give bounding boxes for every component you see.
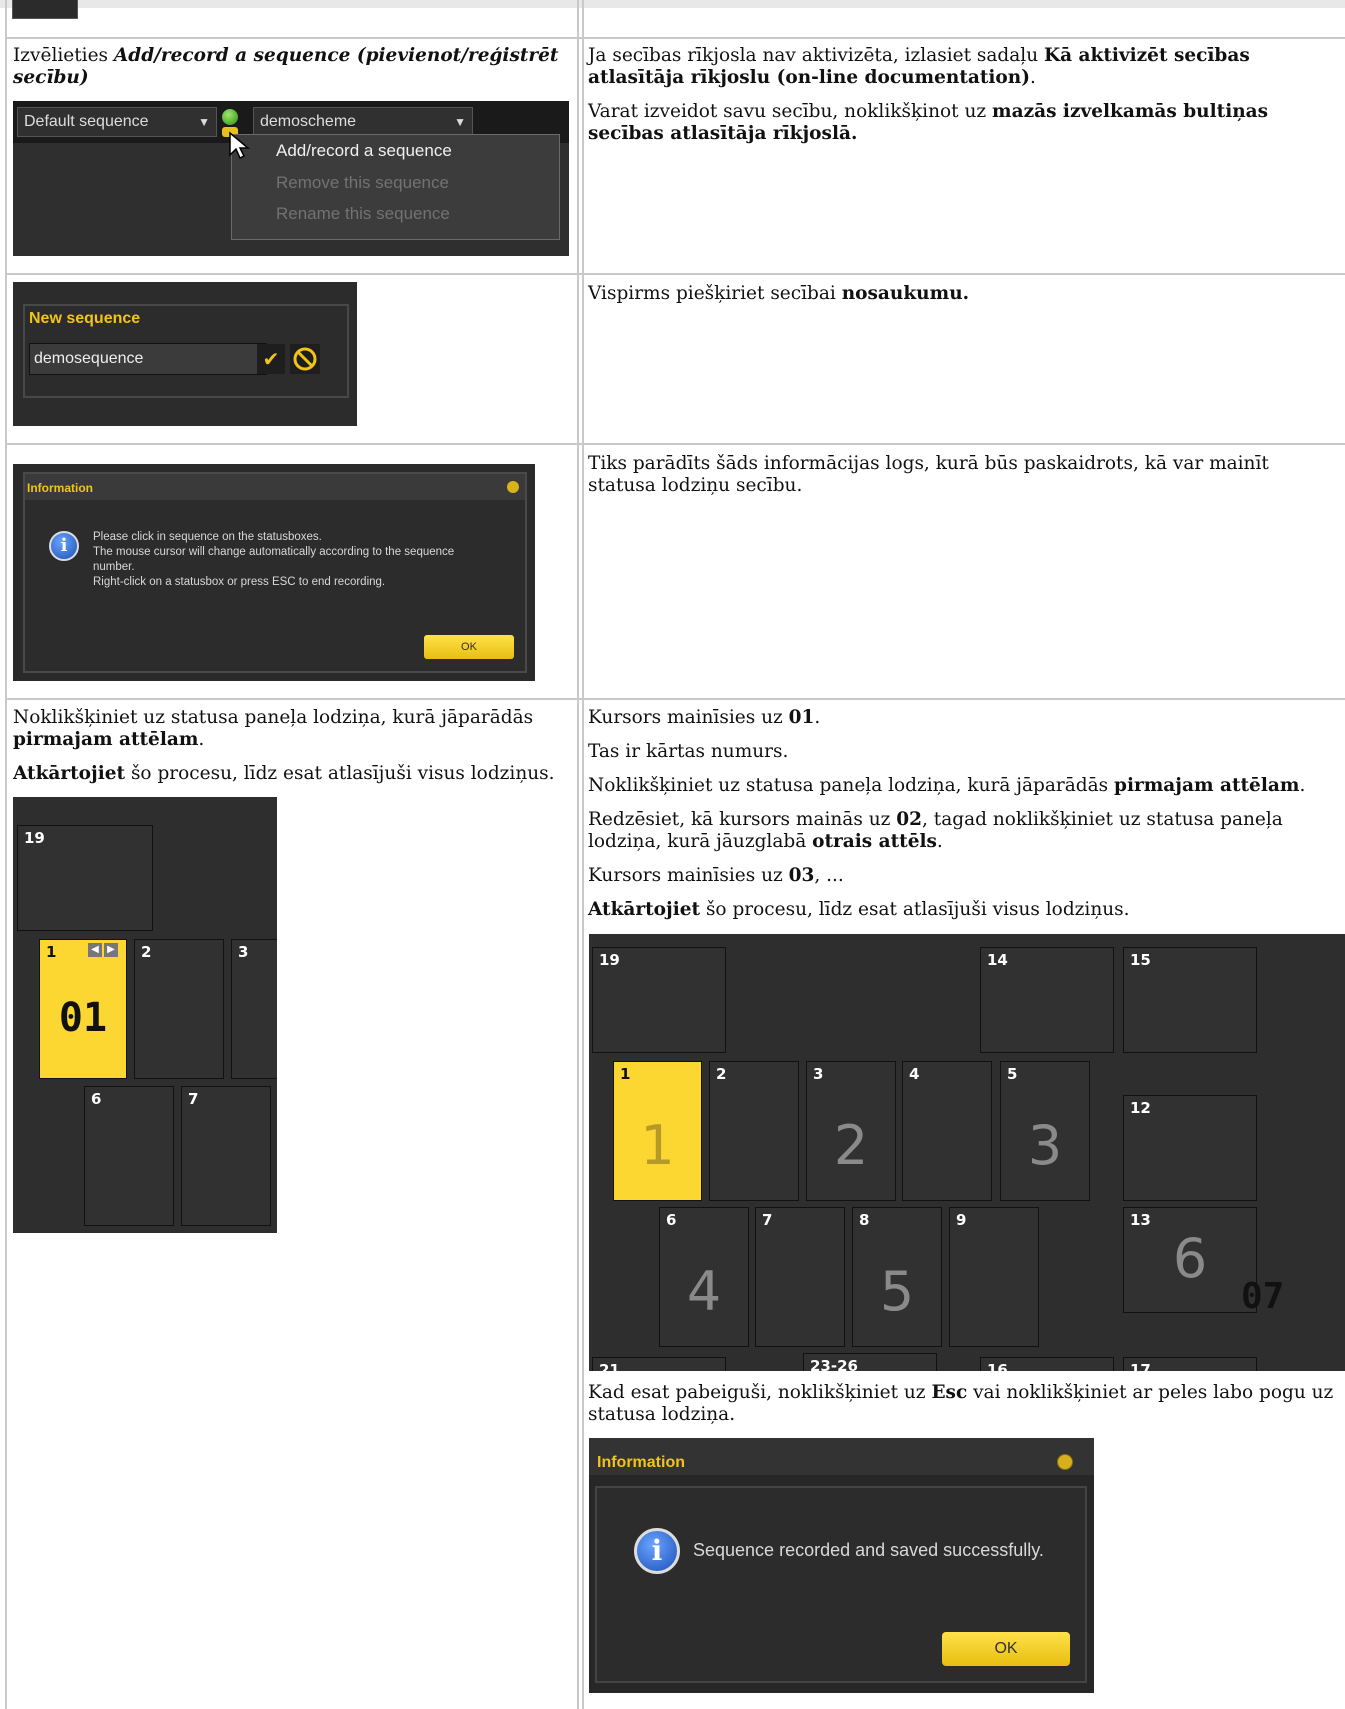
statusbox-selected[interactable]: 1 ◀ ▶ 01	[39, 939, 127, 1079]
scheme-dropdown[interactable]: demoscheme ▼	[253, 107, 473, 137]
menu-item-remove[interactable]: Remove this sequence	[276, 173, 449, 193]
table-row-divider	[5, 698, 1345, 700]
menu-item-add-record[interactable]: Add/record a sequence	[276, 141, 452, 161]
row1-right-text: Ja secības rīkjosla nav aktivizēta, izla…	[588, 45, 1269, 144]
statusbox[interactable]: 14	[980, 947, 1114, 1053]
statusbox[interactable]: 4	[902, 1061, 992, 1201]
statusbox-screenshot-large: 19 14 15 11 2 32 4 53 12 64 7 85 9 13 6 2…	[589, 934, 1345, 1371]
table-row-divider	[5, 37, 1345, 39]
statusbox[interactable]: 85	[852, 1207, 942, 1347]
success-dialog-title: Information	[597, 1454, 685, 1471]
info-dialog-message: Please click in sequence on the statusbo…	[93, 531, 455, 588]
row2-right-text: Vispirms piešķiriet secībai nosaukumu.	[588, 283, 970, 304]
green-status-icon	[222, 109, 238, 125]
row4-left-text: Noklikšķiniet uz statusa paneļa lodziņa,…	[13, 707, 555, 784]
statusbox-selected[interactable]: 11	[613, 1061, 702, 1201]
statusbox[interactable]: 19	[17, 825, 153, 931]
success-message: Sequence recorded and saved successfully…	[693, 1540, 1044, 1560]
statusbox[interactable]: 2	[709, 1061, 799, 1201]
table-border-left	[5, 0, 7, 1709]
statusbox[interactable]: 64	[659, 1207, 749, 1347]
statusbox[interactable]: 17	[1123, 1357, 1257, 1371]
info-icon: i	[49, 531, 79, 561]
row3-right-text: Tiks parādīts šāds informācijas logs, ku…	[588, 453, 1269, 496]
statusbox[interactable]: 15	[1123, 947, 1257, 1053]
info-dialog-title: Information	[27, 481, 93, 495]
table-row-divider	[5, 273, 1345, 275]
ok-button[interactable]: OK	[424, 635, 514, 659]
table-row-divider	[5, 443, 1345, 445]
statusbox[interactable]: 32	[806, 1061, 896, 1201]
context-menu: Add/record a sequence Remove this sequen…	[231, 134, 560, 240]
sequence-toolbar-screenshot: Default sequence ▼ demoscheme ▼ Add/reco…	[13, 101, 569, 256]
info-icon: i	[634, 1528, 680, 1574]
top-strip	[0, 0, 1345, 8]
statusbox[interactable]: 7	[755, 1207, 845, 1347]
close-icon[interactable]	[1057, 1454, 1073, 1470]
sequence-dropdown[interactable]: Default sequence ▼	[17, 107, 217, 137]
statusbox[interactable]: 9	[949, 1207, 1039, 1347]
sequence-cursor-label: 01	[58, 995, 108, 1041]
statusbox[interactable]: 13 6	[1123, 1207, 1257, 1313]
check-icon[interactable]: ✔	[257, 344, 285, 374]
table-border-mid-left	[577, 0, 579, 1709]
statusbox[interactable]: 2	[134, 939, 224, 1079]
row4-right-text: Kursors mainīsies uz 01. Tas ir kārtas n…	[588, 707, 1306, 920]
cancel-icon[interactable]	[290, 344, 320, 374]
table-border-mid-right	[582, 0, 584, 1709]
sequence-cursor-label: 07	[1241, 1276, 1285, 1317]
statusbox[interactable]: 23-26	[803, 1353, 937, 1371]
new-sequence-title: New sequence	[29, 310, 141, 327]
statusbox[interactable]: 21	[592, 1357, 726, 1371]
statusbox[interactable]: 3	[231, 939, 277, 1079]
statusbox[interactable]: 12	[1123, 1095, 1257, 1201]
info-dialog-screenshot: Information i Please click in sequence o…	[13, 464, 535, 681]
new-sequence-screenshot: New sequence demosequence ✔	[13, 282, 357, 426]
row4-esc-text: Kad esat pabeiguši, noklikšķiniet uz Esc…	[588, 1382, 1334, 1425]
chevron-down-icon: ▼	[454, 115, 466, 129]
chevron-down-icon: ▼	[198, 115, 210, 129]
statusbox-screenshot-small: 19 1 ◀ ▶ 01 2 3 6 7	[13, 797, 277, 1233]
statusbox[interactable]: 7	[181, 1086, 271, 1226]
mouse-pointer-icon	[229, 131, 250, 160]
close-icon[interactable]	[507, 481, 519, 493]
menu-item-rename[interactable]: Rename this sequence	[276, 204, 450, 224]
sequence-name-input[interactable]: demosequence	[29, 343, 267, 375]
previous-screenshot-fragment	[12, 0, 78, 19]
statusbox[interactable]: 19	[592, 947, 726, 1053]
ok-button[interactable]: OK	[942, 1632, 1070, 1666]
chevron-right-icon[interactable]: ▶	[104, 943, 118, 957]
statusbox[interactable]: 16	[980, 1357, 1114, 1371]
statusbox[interactable]: 53	[1000, 1061, 1090, 1201]
statusbox[interactable]: 6	[84, 1086, 174, 1226]
chevron-left-icon[interactable]: ◀	[88, 943, 102, 957]
success-dialog-screenshot: Information i Sequence recorded and save…	[589, 1438, 1094, 1693]
row1-left-text: Izvēlieties Add/record a sequence (pievi…	[13, 45, 559, 88]
